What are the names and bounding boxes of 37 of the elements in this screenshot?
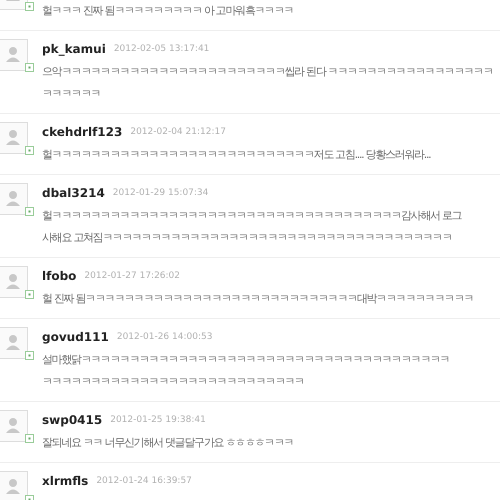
status-icon	[25, 146, 34, 155]
status-icon	[25, 290, 34, 299]
avatar-icon	[0, 122, 28, 154]
comment-text: 헐ㅋㅋㅋㅋㅋㅋㅋㅋㅋㅋㅋㅋㅋㅋㅋㅋㅋㅋㅋㅋㅋㅋㅋㅋㅋㅋㅋㅋㅋㅋㅋㅋㅋㅋㅋㅋ감사해서 로그	[42, 208, 463, 224]
author-name: swp0415	[42, 413, 102, 427]
author-name: pk_kamui	[42, 42, 106, 56]
comment-date: 2012-01-26 14:00:53	[116, 332, 212, 342]
avatar-icon	[0, 183, 28, 215]
author-name: dbal3214	[42, 186, 105, 200]
status-icon	[25, 434, 34, 443]
comment-text: ㅋㅋㅋㅋㅋㅋ	[42, 86, 102, 102]
comment-date: 2012-02-05 13:17:41	[114, 44, 210, 54]
author-name: govud111	[42, 330, 109, 344]
status-icon	[25, 207, 34, 216]
comment-date: 2012-01-24 16:39:57	[96, 476, 192, 486]
comment-text: 헐ㅋㅋㅋㅋㅋㅋㅋㅋㅋㅋㅋㅋㅋㅋㅋㅋㅋㅋㅋㅋㅋㅋㅋㅋㅋㅋㅋ저도 고침.... 당황스러워라...	[42, 147, 432, 163]
status-icon	[25, 2, 34, 11]
comment-text: 잘되네요 ㅋㅋ 너무신기해서 댓글달구가요 ㅎㅎㅎㅎㅋㅋㅋ	[42, 435, 294, 451]
comment-text: 설마했닭ㅋㅋㅋㅋㅋㅋㅋㅋㅋㅋㅋㅋㅋㅋㅋㅋㅋㅋㅋㅋㅋㅋㅋㅋㅋㅋㅋㅋㅋㅋㅋㅋㅋㅋㅋㅋㅋㅋ	[42, 352, 450, 368]
comment-text: 헐 진짜 됨ㅋㅋㅋㅋㅋㅋㅋㅋㅋㅋㅋㅋㅋㅋㅋㅋㅋㅋㅋㅋㅋㅋㅋㅋㅋㅋㅋㅋ대박ㅋㅋㅋㅋㅋㅋㅋㅋㅋㅋ	[42, 291, 474, 307]
comment-date: 2012-01-29 15:07:34	[112, 188, 208, 198]
avatar-icon	[0, 39, 28, 71]
comment-date: 2012-01-27 17:26:02	[84, 271, 180, 281]
author-name: ckehdrlf123	[42, 125, 122, 139]
comment-date: 2012-01-25 19:38:41	[110, 415, 206, 425]
status-icon	[25, 351, 34, 360]
author-name: xlrmfls	[42, 474, 88, 488]
comment-text: ㅋㅋㅋㅋㅋㅋㅋㅋㅋㅋㅋㅋㅋㅋㅋㅋㅋㅋㅋㅋㅋㅋㅋㅋㅋㅋㅋ	[42, 374, 305, 390]
comment-text: 헐ㅋㅋㅋ 진짜 됨ㅋㅋㅋㅋㅋㅋㅋㅋㅋ 아 고마워흑ㅋㅋㅋㅋ	[42, 3, 294, 19]
avatar-icon	[0, 266, 28, 298]
comment-text: 사해요 고쳐짐ㅋㅋㅋㅋㅋㅋㅋㅋㅋㅋㅋㅋㅋㅋㅋㅋㅋㅋㅋㅋㅋㅋㅋㅋㅋㅋㅋㅋㅋㅋㅋㅋㅋㅋㅋㅋ	[42, 230, 453, 246]
comment-date: 2012-02-04 21:12:17	[130, 127, 226, 137]
avatar-icon	[0, 327, 28, 359]
avatar-icon	[0, 410, 28, 442]
status-icon	[25, 63, 34, 72]
comment-text: 으악ㅋㅋㅋㅋㅋㅋㅋㅋㅋㅋㅋㅋㅋㅋㅋㅋㅋㅋㅋㅋㅋㅋㅋ씹라 된다 ㅋㅋㅋㅋㅋㅋㅋㅋㅋㅋㅋㅋㅋㅋㅋㅋㅋ	[42, 64, 494, 80]
author-name: lfobo	[42, 269, 76, 283]
